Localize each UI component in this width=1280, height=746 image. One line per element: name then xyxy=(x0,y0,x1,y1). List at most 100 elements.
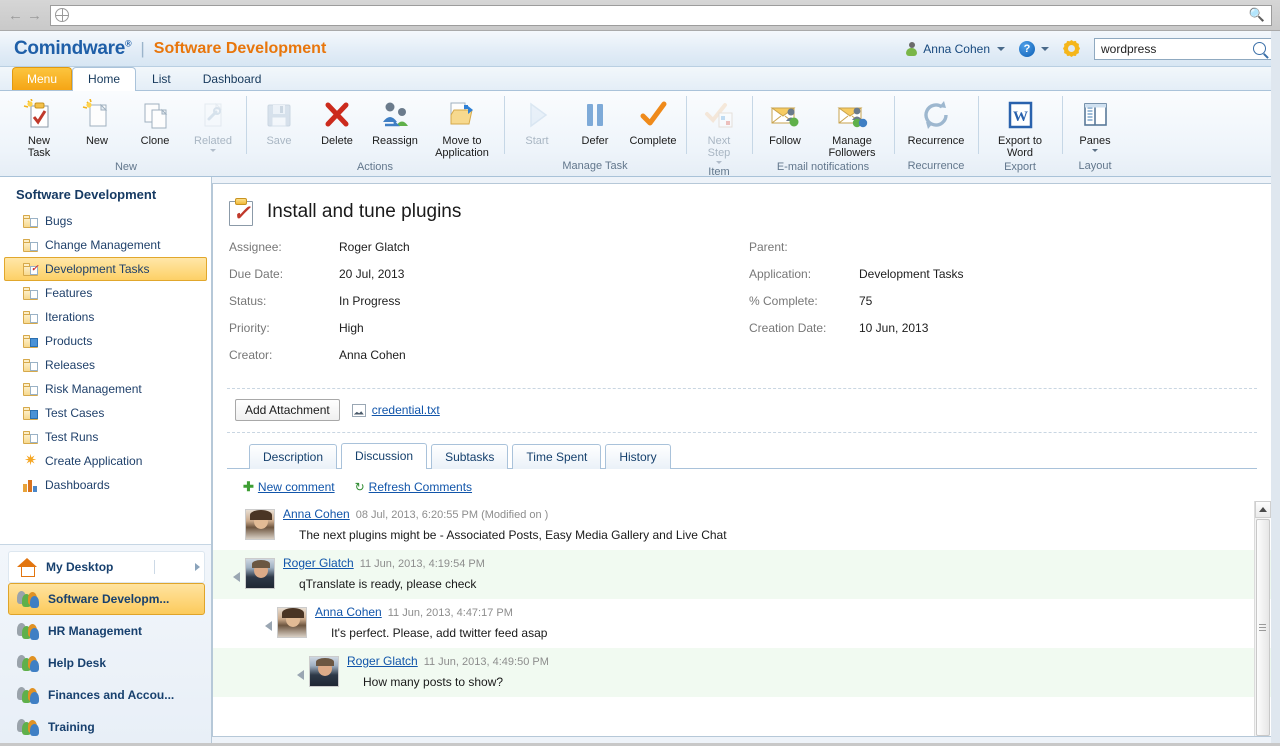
folder-icon xyxy=(23,238,38,252)
back-arrow-icon[interactable]: ← xyxy=(6,7,25,24)
new-button[interactable]: New xyxy=(68,96,126,154)
sidebar-item-label: Bugs xyxy=(45,214,73,228)
add-attachment-button[interactable]: Add Attachment xyxy=(235,399,340,421)
sidebar-item-label: Development Tasks xyxy=(45,262,150,276)
export-to-word-button[interactable]: W Export to Word xyxy=(982,96,1058,159)
tab-discussion[interactable]: Discussion xyxy=(341,443,428,469)
sidebar-item-test-cases[interactable]: Test Cases xyxy=(4,401,207,425)
chevron-down-icon[interactable] xyxy=(716,161,722,164)
attachment-link[interactable]: credential.txt xyxy=(372,403,440,417)
recurrence-icon xyxy=(920,99,952,131)
gear-icon[interactable] xyxy=(1063,40,1080,57)
sidebar-item-dashboards[interactable]: Dashboards xyxy=(4,473,207,497)
app-item-finances-and-accou[interactable]: Finances and Accou... xyxy=(8,679,205,711)
search-icon[interactable] xyxy=(1253,42,1266,55)
comment-author-link[interactable]: Anna Cohen xyxy=(283,507,350,521)
comment-item: Anna Cohen 11 Jun, 2013, 4:47:17 PM It's p… xyxy=(213,599,1271,648)
field-label: Creation Date: xyxy=(749,321,827,335)
tab-list[interactable]: List xyxy=(136,67,187,90)
user-avatar-icon xyxy=(905,41,918,56)
comment-list: Anna Cohen 08 Jul, 2013, 6:20:55 PM (Modi… xyxy=(213,501,1271,697)
sidebar-item-development-tasks[interactable]: Development Tasks xyxy=(4,257,207,281)
chevron-right-icon[interactable] xyxy=(194,563,200,571)
plus-icon: ✚ xyxy=(243,479,254,494)
app-item-training[interactable]: Training xyxy=(8,711,205,743)
field-value: Anna Cohen xyxy=(339,348,406,362)
comment-author-link[interactable]: Roger Glatch xyxy=(347,654,418,668)
follow-button[interactable]: Follow xyxy=(756,96,814,154)
comment-header: Roger Glatch 11 Jun, 2013, 4:19:54 PM xyxy=(283,556,485,570)
forward-arrow-icon[interactable]: → xyxy=(25,7,44,24)
tab-menu[interactable]: Menu xyxy=(12,67,73,90)
sidebar-item-bugs[interactable]: Bugs xyxy=(4,209,207,233)
move-to-application-button[interactable]: Move to Application xyxy=(424,96,500,159)
search-input[interactable]: wordpress xyxy=(1094,37,1272,60)
field-row: Priority: High xyxy=(229,321,749,348)
new-task-button[interactable]: New Task xyxy=(10,96,68,159)
folder-icon xyxy=(23,382,38,396)
sidebar-item-label: Releases xyxy=(45,358,96,372)
recurrence-button[interactable]: Recurrence xyxy=(898,96,974,154)
tab-home[interactable]: Home xyxy=(72,67,137,91)
collapse-triangle-icon[interactable] xyxy=(233,572,240,582)
reassign-button[interactable]: Reassign xyxy=(366,96,424,154)
refresh-comments-action[interactable]: ↻ Refresh Comments xyxy=(355,480,472,494)
panes-button[interactable]: Panes xyxy=(1066,96,1124,154)
help-menu[interactable]: ? xyxy=(1019,40,1049,57)
collapse-triangle-icon[interactable] xyxy=(297,670,304,680)
svg-text:W: W xyxy=(1013,109,1028,125)
tab-time-spent[interactable]: Time Spent xyxy=(512,444,602,469)
attachment-row: Add Attachment credential.txt xyxy=(213,389,1271,421)
sidebar-item-products[interactable]: Products xyxy=(4,329,207,353)
help-icon: ? xyxy=(1019,40,1035,57)
start-icon xyxy=(521,99,553,131)
discussion-scrollbar[interactable] xyxy=(1254,501,1271,736)
sidebar-item-risk-management[interactable]: Risk Management xyxy=(4,377,207,401)
defer-button[interactable]: Defer xyxy=(566,96,624,154)
save-icon xyxy=(263,99,295,131)
collapse-triangle-icon[interactable] xyxy=(265,621,272,631)
comment-body: Anna Cohen 11 Jun, 2013, 4:47:17 PM It's p… xyxy=(315,605,547,640)
sidebar-item-releases[interactable]: Releases xyxy=(4,353,207,377)
sidebar-item-iterations[interactable]: Iterations xyxy=(4,305,207,329)
sidebar-item-change-management[interactable]: Change Management xyxy=(4,233,207,257)
ribbon-group-items: Follow Manage Followers xyxy=(756,91,890,159)
save-button: Save xyxy=(250,96,308,154)
app-item-hr-management[interactable]: HR Management xyxy=(8,615,205,647)
sidebar-item-test-runs[interactable]: Test Runs xyxy=(4,425,207,449)
attachment-list: credential.txt xyxy=(351,403,440,417)
app-item-software-developm[interactable]: Software Developm... xyxy=(8,583,205,615)
new-comment-action[interactable]: ✚ New comment xyxy=(243,479,335,495)
field-label: Priority: xyxy=(229,321,270,335)
clone-button[interactable]: Clone xyxy=(126,96,184,154)
tab-dashboard[interactable]: Dashboard xyxy=(187,67,278,90)
app-item-help-desk[interactable]: Help Desk xyxy=(8,647,205,679)
sidebar-item-label: Features xyxy=(45,286,93,300)
tab-description[interactable]: Description xyxy=(249,444,338,469)
avatar xyxy=(277,607,307,638)
sidebar-item-features[interactable]: Features xyxy=(4,281,207,305)
url-bar[interactable]: 🔍 xyxy=(50,4,1272,26)
ribbon-button-label-line2: Application xyxy=(435,147,489,159)
app-item-label: My Desktop xyxy=(46,560,114,574)
delete-button[interactable]: Delete xyxy=(308,96,366,154)
ribbon-button-label: Related xyxy=(194,135,232,147)
scrollbar-thumb[interactable] xyxy=(1255,519,1270,736)
page-scrollbar[interactable] xyxy=(1271,31,1280,743)
scroll-up-button[interactable] xyxy=(1254,501,1271,518)
chevron-down-icon[interactable] xyxy=(1092,149,1098,152)
manage-followers-button[interactable]: Manage Followers xyxy=(814,96,890,159)
comment-author-link[interactable]: Anna Cohen xyxy=(315,605,382,619)
search-value: wordpress xyxy=(1101,41,1157,56)
complete-button[interactable]: Complete xyxy=(624,96,682,154)
tab-history[interactable]: History xyxy=(605,444,671,469)
url-search-icon[interactable]: 🔍 xyxy=(1249,7,1267,23)
tab-subtasks[interactable]: Subtasks xyxy=(431,444,509,469)
user-menu[interactable]: Anna Cohen xyxy=(905,41,1005,56)
sidebar-item-create-application[interactable]: ✷ Create Application xyxy=(4,449,207,473)
attachment-item[interactable]: credential.txt xyxy=(351,403,440,417)
app-item-my-desktop[interactable]: My Desktop xyxy=(8,551,205,583)
chevron-down-icon[interactable] xyxy=(210,149,216,152)
comment-author-link[interactable]: Roger Glatch xyxy=(283,556,354,570)
field-row: Due Date: 20 Jul, 2013 xyxy=(229,267,749,294)
